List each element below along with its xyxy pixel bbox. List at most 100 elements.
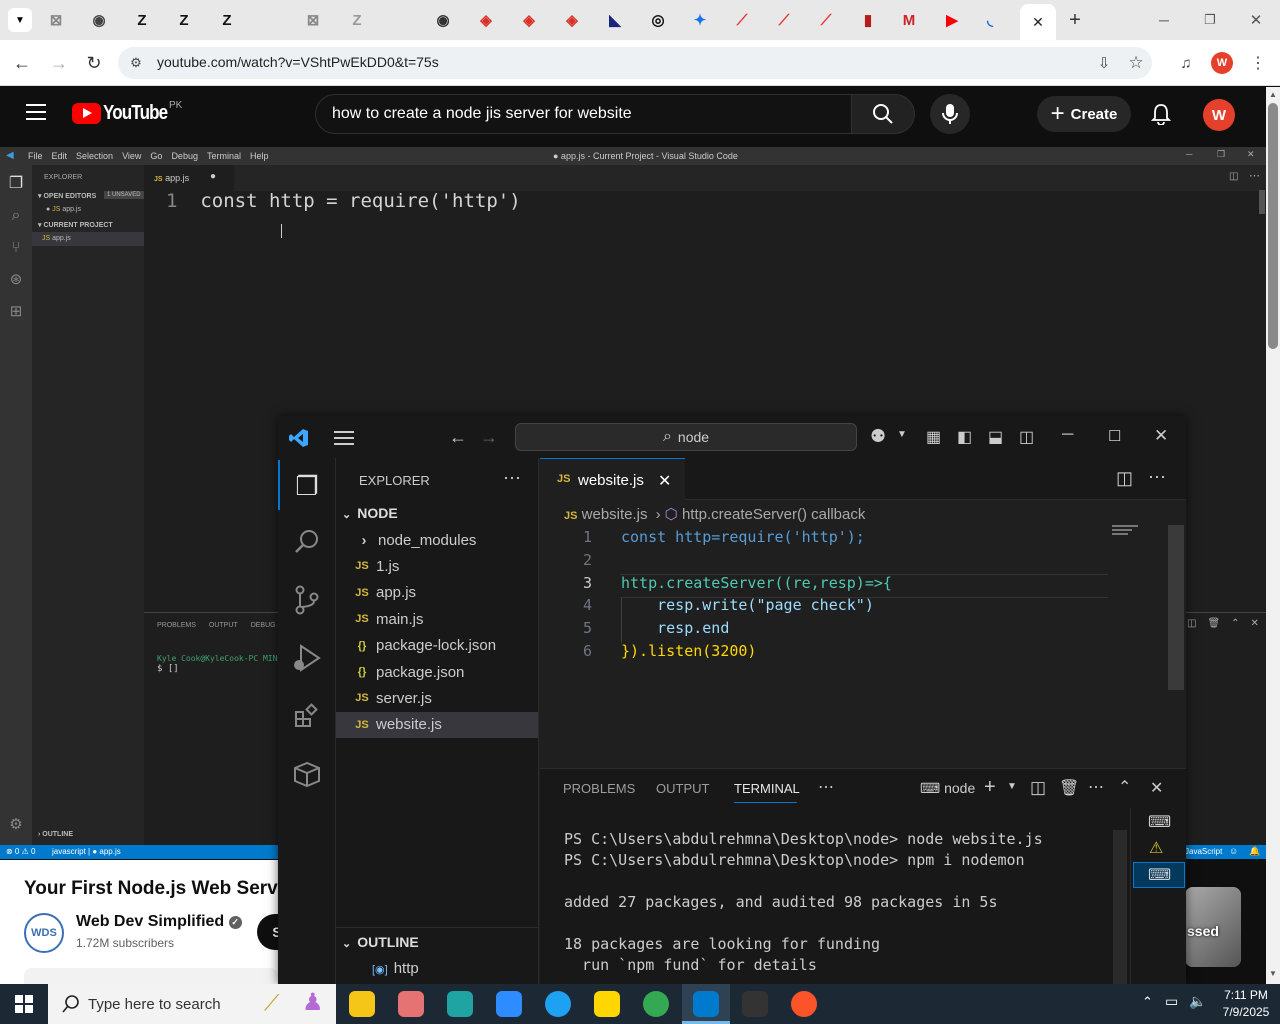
site-info-icon[interactable]: ⚙ bbox=[126, 53, 146, 73]
browser-tab[interactable]: ⟋ bbox=[808, 4, 844, 36]
more-actions-icon[interactable]: ⋯ bbox=[503, 468, 521, 489]
editor-scrollbar[interactable] bbox=[1168, 525, 1184, 690]
browser-tab[interactable]: ◎ bbox=[640, 4, 676, 36]
media-control-icon[interactable]: ♫ bbox=[1175, 52, 1197, 74]
taskbar-app[interactable] bbox=[387, 984, 435, 1024]
terminal-instance-active-icon[interactable]: ⌨ bbox=[1148, 865, 1171, 885]
active-tab[interactable]: ✕ bbox=[1020, 4, 1056, 40]
browser-tab[interactable] bbox=[382, 4, 418, 36]
browser-tab[interactable]: Z bbox=[339, 4, 375, 36]
channel-name[interactable]: Web Dev Simplified ✓ bbox=[76, 913, 242, 931]
browser-tab[interactable]: Z bbox=[209, 4, 245, 36]
toggle-panel-icon[interactable]: ⬓ bbox=[988, 427, 1003, 447]
panel-tab[interactable]: OUTPUT bbox=[656, 781, 709, 796]
run-debug-icon[interactable] bbox=[287, 640, 327, 676]
taskbar-app[interactable] bbox=[583, 984, 631, 1024]
minimize-icon[interactable]: ─ bbox=[1062, 426, 1073, 444]
close-panel-icon[interactable]: ✕ bbox=[1150, 778, 1163, 798]
maximize-panel-icon[interactable]: ⌃ bbox=[1118, 777, 1131, 797]
terminal-dropdown-icon[interactable]: ▼ bbox=[1007, 781, 1017, 792]
taskbar-app[interactable] bbox=[534, 984, 582, 1024]
panel-tab[interactable]: TERMINAL bbox=[734, 781, 800, 796]
browser-tab[interactable]: ◈ bbox=[511, 4, 547, 36]
file-item[interactable]: JS 1.js bbox=[336, 553, 538, 579]
taskbar-app[interactable] bbox=[780, 984, 828, 1024]
terminal-more-icon[interactable]: ⋯ bbox=[1088, 777, 1104, 797]
windows-start-icon[interactable] bbox=[0, 984, 48, 1024]
folder-node[interactable]: ⌄ NODE bbox=[342, 505, 398, 521]
toggle-sidebar-icon[interactable]: ◧ bbox=[957, 427, 972, 447]
youtube-search-input[interactable]: how to create a node jis server for webs… bbox=[315, 94, 852, 134]
maximize-icon[interactable]: ☐ bbox=[1108, 427, 1121, 445]
network-icon[interactable]: ▭ bbox=[1165, 993, 1178, 1010]
forward-button[interactable]: → bbox=[47, 51, 71, 75]
browser-tab[interactable]: ◈ bbox=[468, 4, 504, 36]
scroll-up-icon[interactable]: ▲ bbox=[1269, 90, 1277, 99]
code-line[interactable]: http.createServer((re,resp)=>{ bbox=[621, 574, 892, 592]
file-item[interactable]: JS server.js bbox=[336, 685, 538, 711]
file-item[interactable]: {} package-lock.json bbox=[336, 633, 538, 659]
code-line[interactable]: resp.end bbox=[621, 619, 729, 637]
browser-tab[interactable]: ◟ bbox=[972, 4, 1008, 36]
code-line[interactable]: const http=require('http'); bbox=[621, 528, 865, 546]
file-item[interactable]: › node_modules bbox=[336, 527, 538, 553]
browser-tab[interactable]: ◉ bbox=[425, 4, 461, 36]
browser-tab[interactable]: Z bbox=[124, 4, 160, 36]
browser-tab[interactable]: ◈ bbox=[554, 4, 590, 36]
scroll-down-icon[interactable]: ▼ bbox=[1269, 969, 1277, 978]
browser-tab[interactable]: ▮ bbox=[850, 4, 886, 36]
browser-tab[interactable]: Z bbox=[166, 4, 202, 36]
youtube-avatar[interactable]: W bbox=[1203, 99, 1235, 131]
taskbar-app[interactable] bbox=[436, 984, 484, 1024]
close-tab-icon[interactable]: ✕ bbox=[658, 471, 671, 491]
close-icon[interactable]: ✕ bbox=[1154, 426, 1168, 446]
panel-tab[interactable]: PROBLEMS bbox=[563, 781, 635, 796]
install-app-icon[interactable]: ⇩ bbox=[1093, 52, 1115, 74]
description-box[interactable] bbox=[24, 968, 278, 984]
browser-tab[interactable]: ⟋ bbox=[766, 4, 802, 36]
file-item[interactable]: {} package.json bbox=[336, 659, 538, 685]
taskbar-app[interactable] bbox=[731, 984, 779, 1024]
split-editor-icon[interactable]: ◫ bbox=[1116, 468, 1133, 489]
restore-window-button[interactable]: ❐ bbox=[1198, 8, 1222, 32]
file-item[interactable]: JS app.js bbox=[336, 580, 538, 606]
voice-search-button[interactable] bbox=[930, 94, 970, 134]
new-terminal-icon[interactable]: + bbox=[984, 776, 996, 799]
remote-explorer-icon[interactable] bbox=[287, 756, 327, 792]
nav-back-icon[interactable]: ← bbox=[449, 427, 467, 448]
customize-layout-icon[interactable]: ▦ bbox=[926, 427, 941, 447]
youtube-logo-icon[interactable] bbox=[72, 103, 101, 124]
browser-tab[interactable]: M bbox=[891, 4, 927, 36]
terminal-selector[interactable]: ⌨ node bbox=[920, 780, 975, 797]
page-scrollbar-thumb[interactable] bbox=[1268, 103, 1278, 349]
new-tab-button[interactable]: + bbox=[1062, 8, 1088, 32]
toggle-secondary-sidebar-icon[interactable]: ◫ bbox=[1019, 427, 1034, 447]
taskbar-search[interactable]: Type here to search ⟋ ♟ bbox=[48, 984, 336, 1024]
browser-tab[interactable]: ◉ bbox=[81, 4, 117, 36]
warning-icon[interactable]: ⚠ bbox=[1149, 838, 1163, 858]
recommended-thumbnail[interactable]: ssed bbox=[1185, 887, 1241, 967]
outline-section[interactable]: ⌄ OUTLINE bbox=[342, 934, 419, 950]
file-item[interactable]: JS main.js bbox=[336, 606, 538, 632]
copilot-icon[interactable]: ⚉ bbox=[870, 426, 886, 447]
create-button[interactable]: + Create bbox=[1037, 96, 1131, 132]
browser-tab[interactable]: ▶ bbox=[934, 4, 970, 36]
reload-button[interactable]: ↻ bbox=[82, 51, 106, 75]
outline-item[interactable]: [◉] http bbox=[372, 960, 419, 977]
extensions-icon[interactable] bbox=[287, 698, 327, 734]
minimize-window-button[interactable]: ─ bbox=[1152, 8, 1176, 32]
taskbar-app[interactable] bbox=[682, 984, 730, 1024]
nav-forward-icon[interactable]: → bbox=[480, 427, 498, 448]
browser-tab[interactable]: ✦ bbox=[682, 4, 718, 36]
search-icon[interactable] bbox=[287, 524, 327, 560]
taskbar-app[interactable] bbox=[338, 984, 386, 1024]
url-text[interactable]: youtube.com/watch?v=VShtPwEkDD0&t=75s bbox=[157, 54, 439, 70]
taskbar-app[interactable] bbox=[632, 984, 680, 1024]
bookmark-star-icon[interactable]: ☆ bbox=[1125, 52, 1147, 74]
browser-tab[interactable]: ⟋ bbox=[724, 4, 760, 36]
browser-tab[interactable]: ◣ bbox=[597, 4, 633, 36]
taskbar-clock[interactable]: 7:11 PM 7/9/2025 bbox=[1212, 987, 1280, 1021]
editor-tab-website[interactable]: JS website.js ✕ bbox=[540, 458, 685, 500]
notifications-bell-icon[interactable] bbox=[1149, 102, 1173, 126]
file-item[interactable]: JS website.js bbox=[336, 711, 538, 738]
